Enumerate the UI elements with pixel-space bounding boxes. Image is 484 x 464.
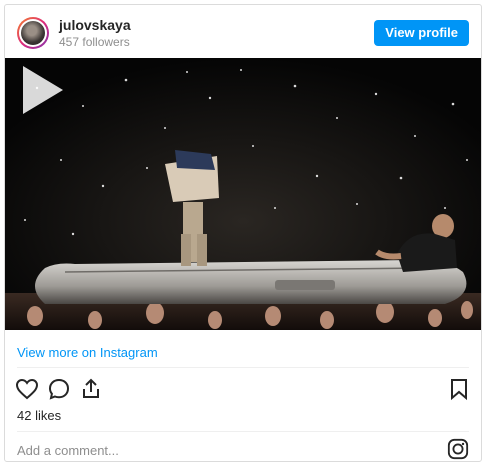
share-icon[interactable] <box>79 377 103 401</box>
follower-count: 457 followers <box>59 35 130 49</box>
heart-icon[interactable] <box>15 377 39 401</box>
view-more-link[interactable]: View more on Instagram <box>17 345 158 360</box>
add-comment-input[interactable]: Add a comment... <box>17 443 119 458</box>
view-profile-button[interactable]: View profile <box>374 20 469 46</box>
divider <box>17 431 469 432</box>
divider <box>17 367 469 368</box>
avatar[interactable] <box>17 17 49 49</box>
video-media[interactable] <box>5 58 481 330</box>
instagram-logo-icon[interactable] <box>447 438 469 460</box>
like-count: 42 likes <box>17 408 62 423</box>
concert-video-frame <box>5 58 481 330</box>
bookmark-icon[interactable] <box>447 377 471 401</box>
post-header: julovskaya 457 followers View profile <box>5 5 481 57</box>
action-bar <box>5 375 481 403</box>
comment-icon[interactable] <box>47 377 71 401</box>
play-icon[interactable] <box>5 58 69 122</box>
instagram-embed-card: julovskaya 457 followers View profile Vi… <box>4 4 482 462</box>
username[interactable]: julovskaya <box>59 17 131 33</box>
